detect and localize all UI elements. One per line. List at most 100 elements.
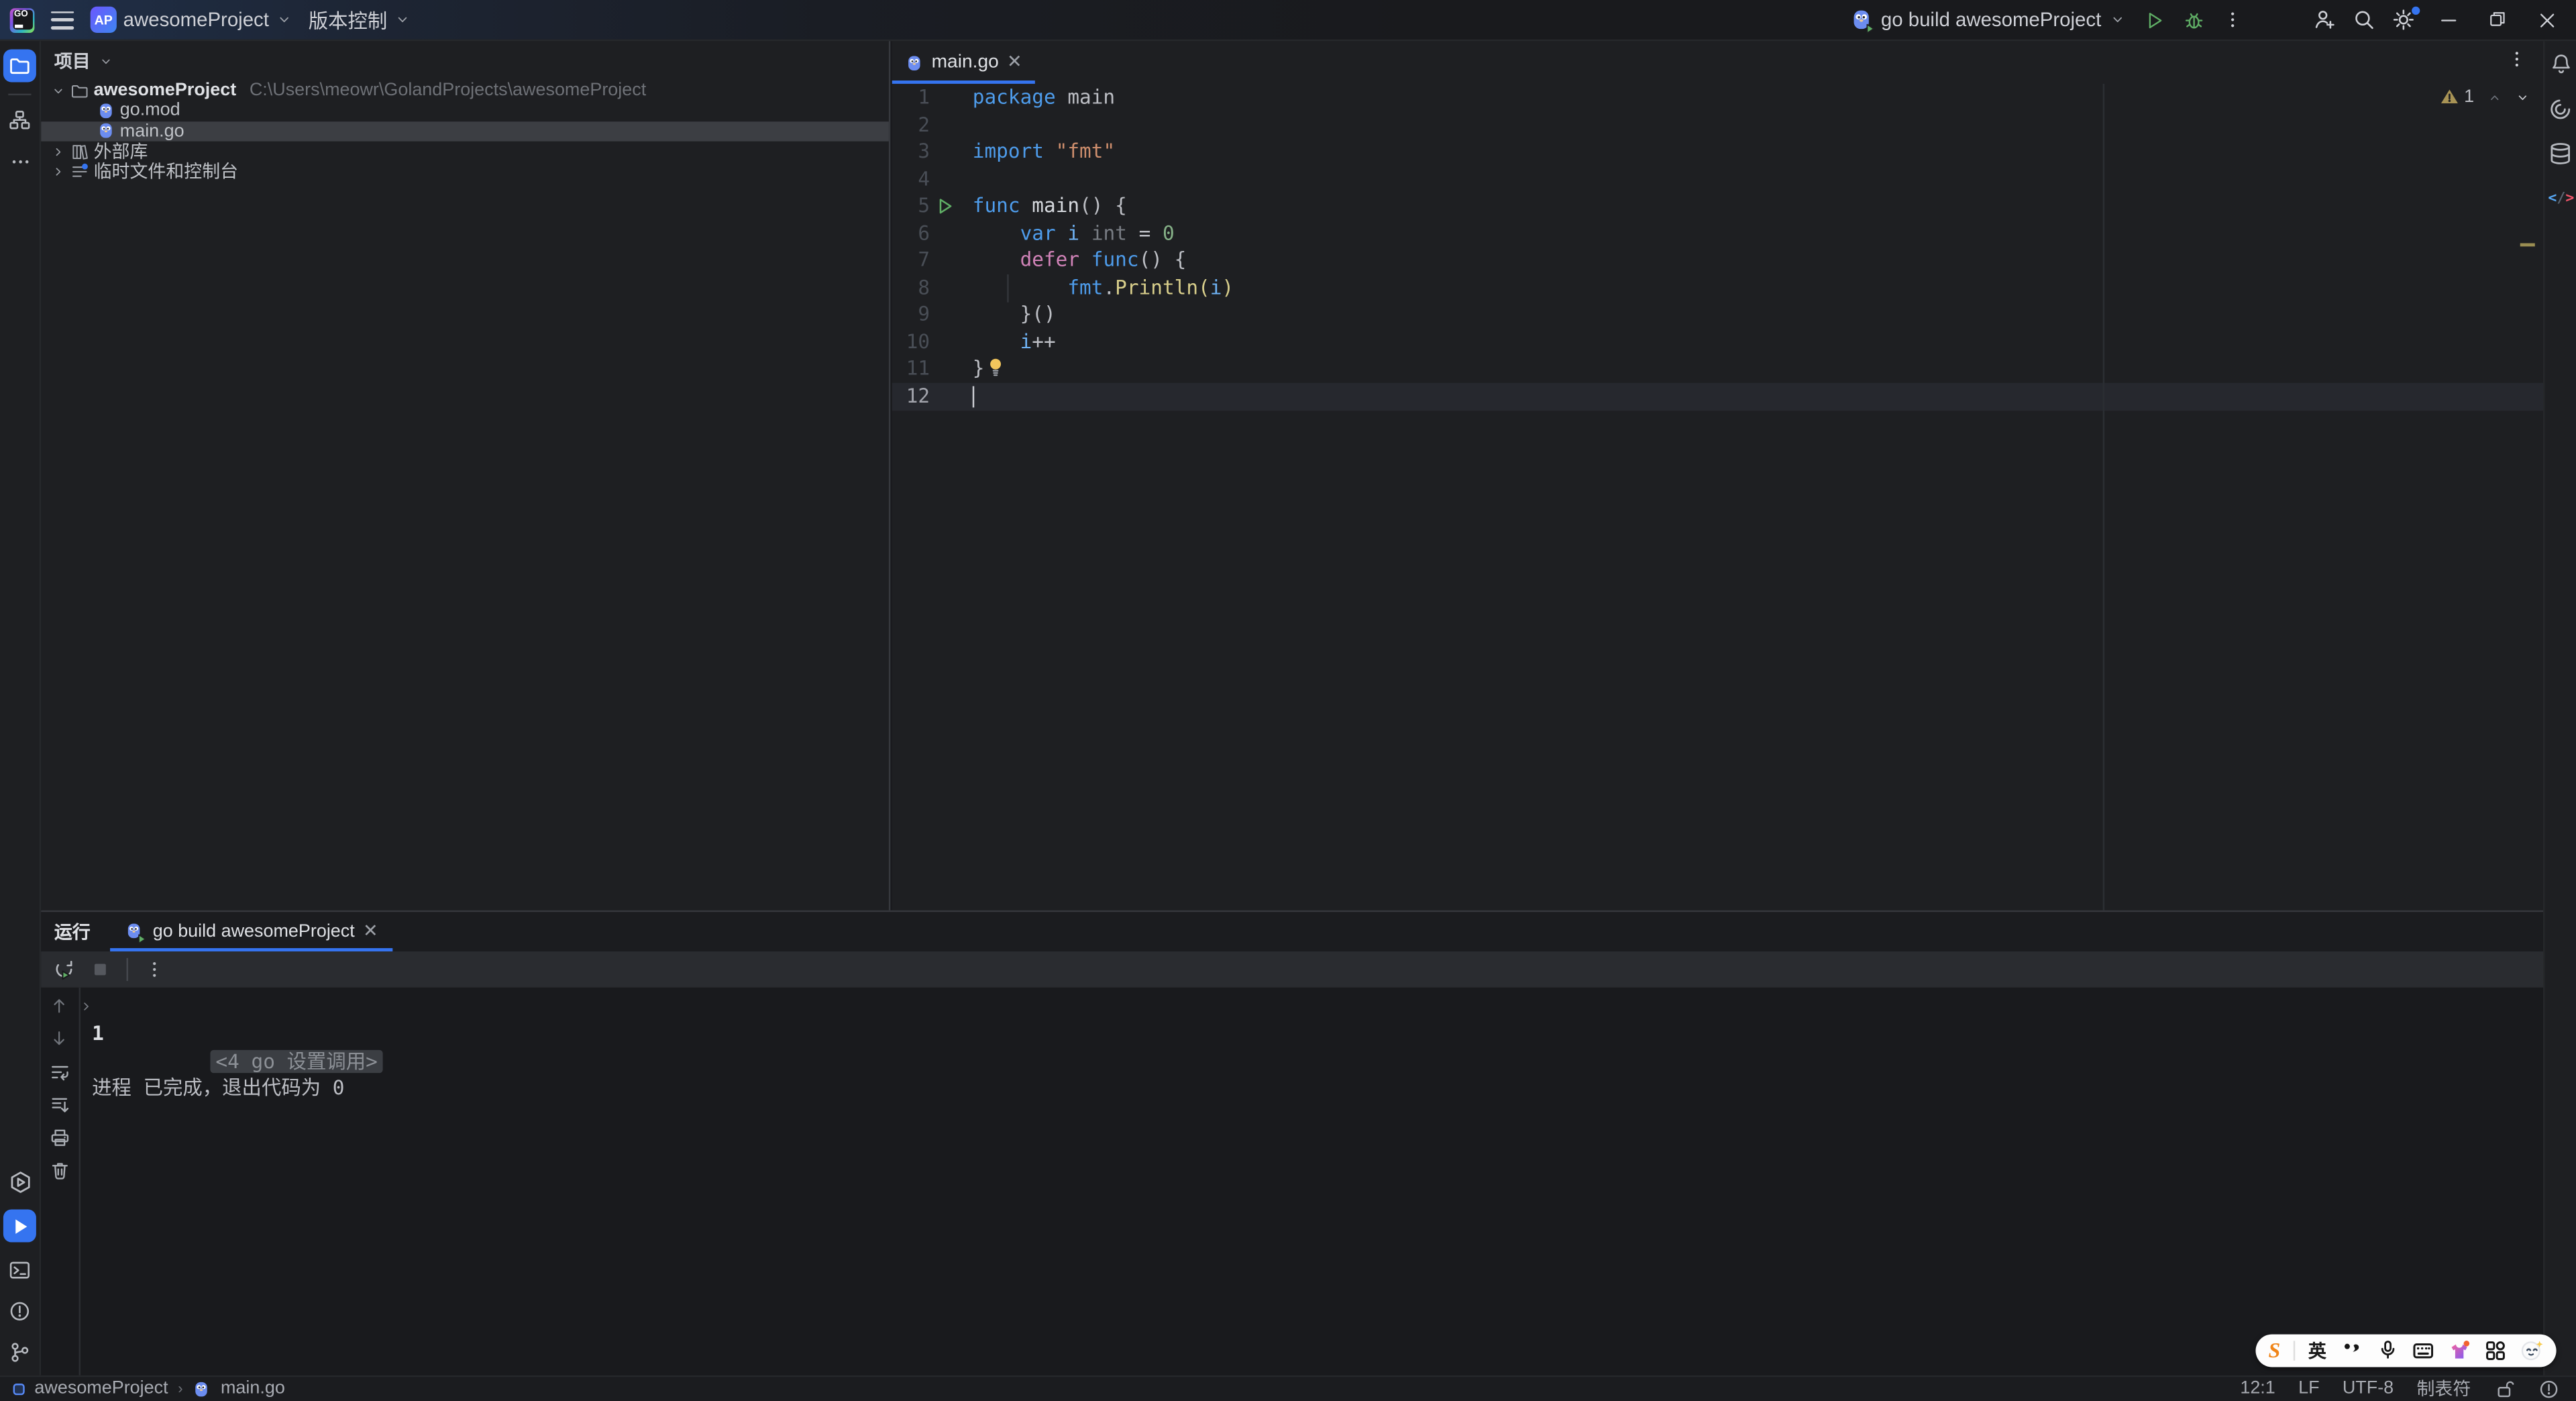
run-tool-button[interactable] [3,1209,36,1243]
code-line[interactable]: package main [973,84,2520,111]
git-tool-button[interactable] [7,1339,33,1365]
ime-skin-button[interactable] [2448,1339,2471,1361]
code-line[interactable]: defer func() { [973,247,2520,274]
run-console[interactable]: <4 go 设置调用> 1 进程 已完成，退出代码为 0 [41,987,2544,1376]
rerun-button[interactable] [51,956,77,982]
print-button[interactable] [46,1124,72,1150]
endpoints-tool-button[interactable]: </> [2547,184,2573,210]
code-line[interactable]: } [973,356,2520,383]
code-line[interactable] [972,383,2520,411]
code-line[interactable]: import "fmt" [973,138,2520,166]
minimize-button[interactable] [2425,3,2471,37]
vcs-widget[interactable]: 版本控制 [309,6,411,34]
more-tool-windows-button[interactable] [7,148,33,174]
code-line[interactable] [973,111,2520,138]
ime-toolbox-button[interactable] [2484,1339,2507,1361]
tab-close-icon[interactable]: ✕ [363,922,378,941]
line-number[interactable]: 6 [892,220,941,248]
bug-icon [2182,9,2204,30]
notifications-tool-button[interactable] [2547,51,2573,77]
ime-language-toggle[interactable]: 英 [2308,1337,2326,1363]
tree-row-root[interactable]: awesomeProject C:\Users\meowr\GolandProj… [41,81,889,101]
ai-assistant-tool-button[interactable] [2547,95,2573,121]
line-number[interactable]: 7 [892,247,941,274]
breadcrumb-project[interactable]: awesomeProject [34,1379,168,1398]
line-number[interactable]: 2 [892,111,941,138]
tab-maingo[interactable]: main.go ✕ [892,41,1036,84]
run-button[interactable] [2136,3,2172,37]
chevron-right-icon[interactable] [51,144,66,158]
problems-tool-button[interactable] [7,1298,33,1325]
breadcrumb-file[interactable]: main.go [221,1379,285,1398]
next-occurrence-button[interactable] [46,1025,72,1051]
tree-row-scratches[interactable]: 临时文件和控制台 [41,161,889,183]
chevron-down-icon[interactable] [51,83,66,98]
intention-bulb-icon[interactable] [987,358,1004,379]
ime-keyboard-button[interactable] [2412,1339,2434,1361]
code-line[interactable] [973,165,2520,193]
ime-voice-button[interactable] [2375,1339,2398,1361]
fold-chevron-icon[interactable] [79,999,94,1014]
tab-options-button[interactable] [2507,49,2526,68]
chevron-right-icon[interactable] [51,164,66,178]
prev-occurrence-button[interactable] [46,992,72,1019]
encoding-widget[interactable]: UTF-8 [2343,1379,2394,1398]
line-number[interactable]: 4 [892,165,941,193]
soft-wrap-icon [48,1061,70,1082]
code-line[interactable]: i++ [973,329,2520,356]
tab-close-icon[interactable]: ✕ [1007,52,1022,72]
structure-tool-button[interactable] [7,107,33,133]
soft-wrap-button[interactable] [46,1058,72,1084]
bell-icon [2549,52,2572,75]
code-with-me-button[interactable] [2306,3,2343,37]
code-token: () { [1138,248,1187,272]
line-number[interactable]: 1 [892,84,941,111]
line-number[interactable]: 12 [892,383,941,411]
file-label: go.mod [119,101,180,121]
sogou-logo[interactable]: S [2268,1339,2280,1361]
terminal-tool-button[interactable] [7,1257,33,1283]
scroll-to-end-button[interactable] [46,1091,72,1117]
code-line[interactable]: fmt.Println(i) [973,274,2520,302]
tree-row-maingo-selected[interactable]: main.go [41,121,889,142]
line-number[interactable]: 10 [892,329,941,356]
stop-button[interactable] [87,956,113,982]
tree-row-gomod[interactable]: go.mod [41,101,889,121]
database-tool-button[interactable] [2547,140,2573,166]
code-token: func [972,194,1020,217]
run-more-options-button[interactable] [142,956,168,982]
run-configuration-selector[interactable]: go build awesomeProject [1843,3,2133,37]
more-actions-button[interactable] [2214,3,2251,37]
ime-punctuation-button[interactable] [2339,1339,2362,1361]
maximize-button[interactable] [2474,3,2520,37]
code-line[interactable]: var i int = 0 [973,220,2520,248]
code-token: var [1020,221,1056,245]
line-number[interactable]: 9 [892,301,941,329]
line-number[interactable]: 8 [892,274,941,302]
line-number[interactable]: 5 [892,193,952,220]
line-number[interactable]: 3 [892,138,941,166]
line-number[interactable]: 11 [892,356,941,383]
endpoints-icon: </> [2547,187,2573,207]
caret-position-widget[interactable]: 12:1 [2240,1379,2275,1398]
code-area[interactable]: package main import "fmt" func main() { va… [972,84,2520,411]
services-tool-button[interactable] [7,1168,33,1194]
clear-console-button[interactable] [46,1157,72,1183]
project-widget[interactable]: AP awesomeProject [90,6,292,33]
code-line[interactable]: func main() { [973,193,2520,220]
ime-assistant-button[interactable] [2520,1339,2543,1361]
indent-widget[interactable]: 制表符 [2416,1376,2471,1401]
settings-button[interactable] [2385,3,2422,37]
line-separator-widget[interactable]: LF [2298,1379,2319,1398]
code-line[interactable]: }() [973,301,2520,329]
project-panel-header[interactable]: 项目 [41,41,889,81]
search-everywhere-button[interactable] [2346,3,2382,37]
project-tool-button[interactable] [3,49,36,83]
notifications-status-button[interactable] [2538,1378,2560,1400]
readonly-toggle[interactable] [2494,1378,2516,1400]
run-line-icon[interactable] [936,197,955,215]
debug-button[interactable] [2175,3,2211,37]
run-tab[interactable]: go build awesomeProject ✕ [110,912,393,951]
close-button[interactable] [2524,3,2570,37]
main-menu-button[interactable] [50,10,74,29]
